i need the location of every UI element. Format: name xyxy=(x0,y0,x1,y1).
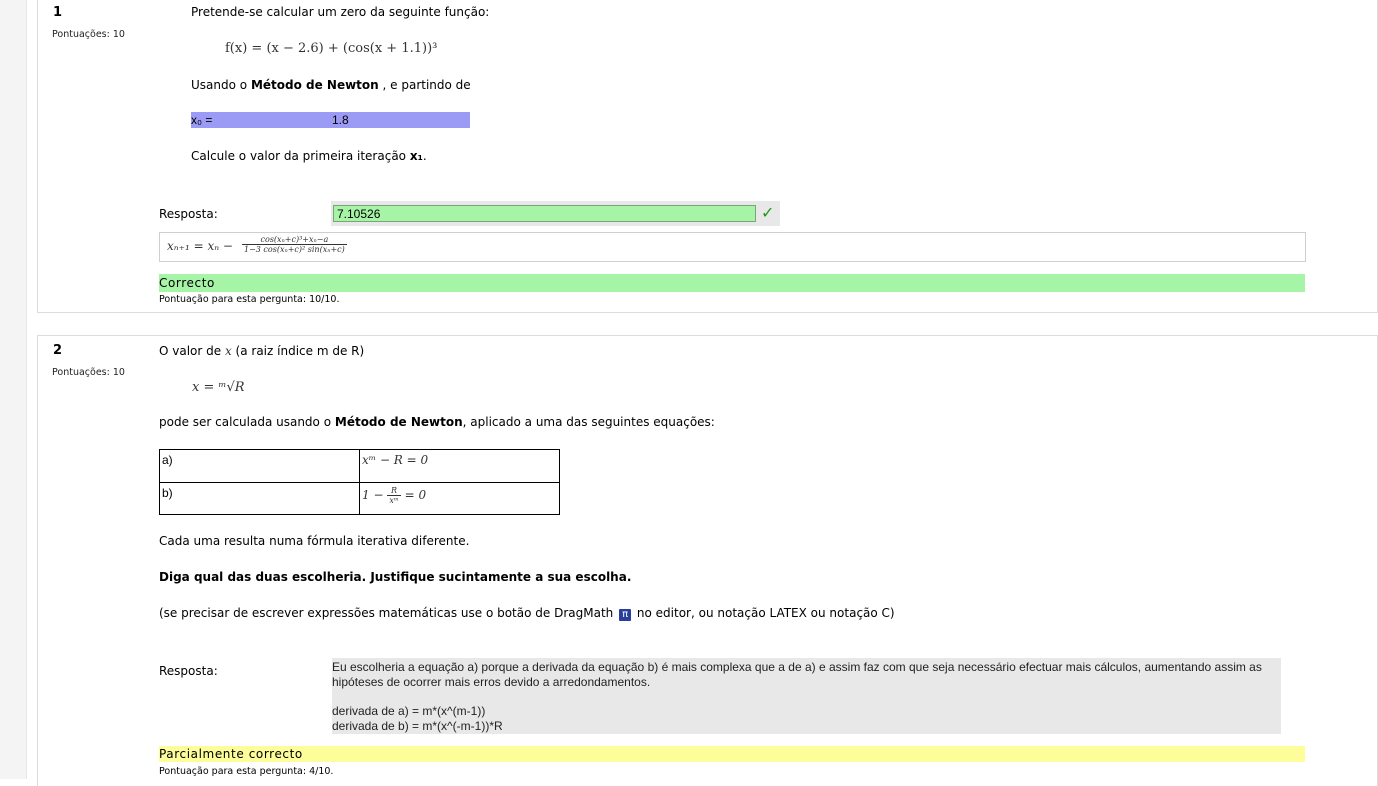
eq-pre: 1 − xyxy=(362,488,384,502)
equations-table: a) xᵐ − R = 0 b) 1 − Rxᵐ = 0 xyxy=(159,449,560,515)
method-name: Método de Newton xyxy=(334,415,463,429)
general-feedback: xₙ₊₁ = xₙ − cos(xₙ+c)³+xₙ−a 1−3 cos(xₙ+c… xyxy=(159,232,1306,262)
question-2: 2 Pontuações: 10 O valor de x (a raiz ín… xyxy=(37,335,1378,786)
text-iterative: Cada uma resulta numa fórmula iterativa … xyxy=(159,534,470,548)
eq-numerator: R xyxy=(387,486,401,496)
answer-label: Resposta: xyxy=(159,664,218,678)
ask-text: Calcule o valor da primeira iteração x₁. xyxy=(191,149,427,163)
intro-post: (a raiz índice m de R) xyxy=(231,344,365,358)
ask-post: . xyxy=(422,149,427,163)
table-cell-label: b) xyxy=(159,482,360,515)
feedback-fraction: cos(xₙ+c)³+xₙ−a 1−3 cos(xₙ+c)² sin(xₙ+c) xyxy=(242,235,347,254)
feedback-lhs: xₙ₊₁ = xₙ − xyxy=(167,239,233,253)
dragmath-pre: (se precisar de escrever expressões mate… xyxy=(159,606,614,620)
state-partial: Parcialmente correcto xyxy=(159,746,1305,762)
method-text: Usando o Método de Newton , e partindo d… xyxy=(191,78,471,92)
question-mark: Pontuação para esta pergunta: 10/10. xyxy=(159,294,340,305)
ask-pre: Calcule o valor da primeira iteração xyxy=(191,149,410,163)
x0-label: x₀ = xyxy=(191,113,213,127)
eq-denominator: xᵐ xyxy=(389,496,399,505)
answer-paragraph: Eu escolheria a equação a) porque a deri… xyxy=(332,660,1262,689)
table-cell-equation: xᵐ − R = 0 xyxy=(359,449,560,483)
root-formula: x = ᵐ√R xyxy=(192,380,245,395)
text1-pre: pode ser calculada usando o xyxy=(159,415,335,429)
answer-line: derivada de b) = m*(x^(-m-1))*R xyxy=(332,719,503,733)
text-instruction: Diga qual das duas escolheria. Justifiqu… xyxy=(159,570,632,584)
ask-var: x₁ xyxy=(409,149,423,163)
method-name: Método de Newton xyxy=(250,78,379,92)
question-intro: O valor de x (a raiz índice m de R) xyxy=(159,344,364,358)
question-number: 2 xyxy=(53,343,63,358)
method-post: , e partindo de xyxy=(378,78,471,92)
dragmath-pi-icon: π xyxy=(619,609,632,621)
question-grade: Pontuações: 10 xyxy=(52,29,125,40)
question-grade: Pontuações: 10 xyxy=(52,367,125,378)
table-cell-equation: 1 − Rxᵐ = 0 xyxy=(359,482,560,515)
dragmath-post: no editor, ou notação LATEX ou notação C… xyxy=(636,606,895,620)
answer-input[interactable] xyxy=(333,205,756,222)
table-cell-label: a) xyxy=(159,449,360,483)
x0-value: 1.8 xyxy=(332,113,349,127)
table-row: b) 1 − Rxᵐ = 0 xyxy=(159,482,560,515)
answer-line: derivada de a) = m*(x^(m-1)) xyxy=(332,704,486,718)
essay-answer[interactable]: Eu escolheria a equação a) porque a deri… xyxy=(332,658,1281,734)
question-1: 1 Pontuações: 10 Pretende-se calcular um… xyxy=(37,0,1378,313)
left-gutter xyxy=(0,0,27,779)
answer-label: Resposta: xyxy=(159,207,218,221)
correct-check-icon: ✓ xyxy=(761,203,775,222)
eq-post: = 0 xyxy=(404,488,427,502)
state-correct: Correcto xyxy=(159,274,1305,292)
intro-pre: O valor de xyxy=(159,344,225,358)
text-dragmath: (se precisar de escrever expressões mate… xyxy=(159,606,895,621)
feedback-numerator: cos(xₙ+c)³+xₙ−a xyxy=(242,235,347,245)
question-number: 1 xyxy=(53,5,63,20)
function-formula: f(x) = (x − 2.6) + (cos(x + 1.1))³ xyxy=(225,41,438,56)
method-pre: Usando o xyxy=(191,78,251,92)
x0-highlight: x₀ = 1.8 xyxy=(191,112,470,128)
question-intro: Pretende-se calcular um zero da seguinte… xyxy=(191,5,490,19)
feedback-denominator: 1−3 cos(xₙ+c)² sin(xₙ+c) xyxy=(244,245,345,254)
method-text: pode ser calculada usando o Método de Ne… xyxy=(159,415,715,429)
text1-post: , aplicado a uma das seguintes equações: xyxy=(462,415,715,429)
question-mark: Pontuação para esta pergunta: 4/10. xyxy=(159,766,334,777)
intro-var: x xyxy=(224,344,232,358)
table-row: a) xᵐ − R = 0 xyxy=(159,449,560,483)
